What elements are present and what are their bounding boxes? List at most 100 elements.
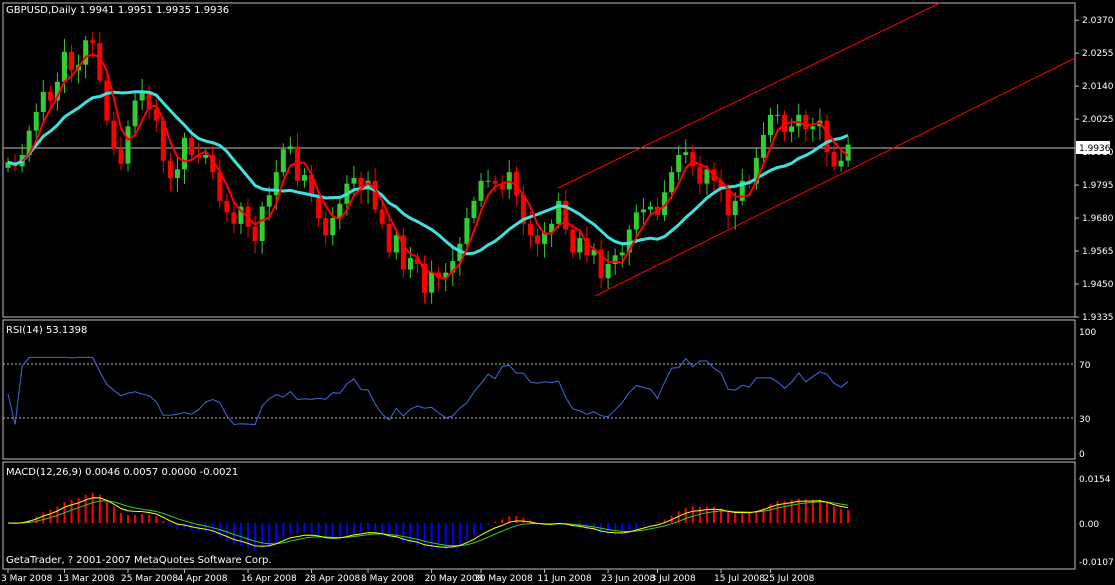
candle-body bbox=[252, 226, 258, 242]
candle-body bbox=[266, 195, 272, 207]
candle-body bbox=[174, 169, 180, 178]
candle-body bbox=[302, 175, 308, 181]
candle-body bbox=[845, 144, 851, 161]
candle-body bbox=[570, 229, 576, 253]
candle-body bbox=[203, 154, 209, 158]
rsi-header: RSI(14) 53.1398 bbox=[6, 325, 87, 336]
candle-body bbox=[789, 126, 795, 133]
date-tick-label: 13 Mar 2008 bbox=[57, 574, 114, 584]
price-tick-label: 1.9335 bbox=[1082, 313, 1114, 323]
candle-body bbox=[224, 200, 230, 213]
candle-body bbox=[393, 235, 399, 253]
chart-terminal[interactable]: GBPUSD,Daily 1.9941 1.9951 1.9935 1.9936… bbox=[0, 0, 1115, 585]
rsi-tick-70: 70 bbox=[1079, 361, 1091, 371]
candle-body bbox=[697, 166, 703, 184]
date-tick-label: 11 Jun 2008 bbox=[538, 574, 592, 584]
candle-body bbox=[704, 169, 710, 184]
candle-body bbox=[316, 195, 322, 219]
candle-body bbox=[803, 114, 809, 130]
candle-body bbox=[725, 189, 731, 216]
copyright-watermark: GetaTrader, ? 2001-2007 MetaQuotes Softw… bbox=[6, 555, 272, 566]
price-tick-label: 1.9565 bbox=[1082, 247, 1114, 257]
candle-body bbox=[386, 223, 392, 253]
candle-body bbox=[287, 146, 293, 150]
date-tick-label: 28 Apr 2008 bbox=[305, 574, 361, 584]
macd-tick-zero: 0.00 bbox=[1079, 520, 1099, 530]
candle-body bbox=[838, 160, 844, 167]
date-tick-label: 8 May 2008 bbox=[361, 574, 414, 584]
candle-body bbox=[831, 152, 837, 167]
rsi-tick-0: 0 bbox=[1079, 450, 1085, 460]
candle-body bbox=[379, 209, 385, 224]
macd-tick-top: 0.0154 bbox=[1079, 475, 1111, 485]
candle-body bbox=[471, 200, 477, 219]
candle-body bbox=[669, 172, 675, 193]
price-tick-label: 2.0025 bbox=[1082, 115, 1114, 125]
candle-body bbox=[478, 180, 484, 201]
candle-body bbox=[330, 218, 336, 236]
candle-body bbox=[182, 137, 187, 170]
candle-body bbox=[351, 177, 357, 184]
candle-body bbox=[535, 235, 540, 244]
candle-body bbox=[619, 252, 625, 256]
date-tick-label: 3 Mar 2008 bbox=[1, 574, 53, 584]
candle-body bbox=[47, 91, 53, 101]
candle-body bbox=[40, 91, 46, 112]
candle-body bbox=[824, 120, 830, 153]
candle-body bbox=[372, 180, 378, 210]
candle-body bbox=[676, 154, 682, 173]
candle-body bbox=[189, 137, 195, 155]
candle-body bbox=[527, 223, 533, 236]
candle-body bbox=[605, 263, 611, 279]
price-tick-label: 1.9795 bbox=[1082, 181, 1114, 191]
candle-body bbox=[407, 258, 413, 270]
candle-body bbox=[429, 272, 435, 293]
price-tick-label: 2.0370 bbox=[1082, 16, 1114, 26]
symbol-header: GBPUSD,Daily 1.9941 1.9951 1.9935 1.9936 bbox=[6, 5, 229, 16]
date-tick-label: 25 Mar 2008 bbox=[121, 574, 178, 584]
candle-body bbox=[118, 149, 124, 164]
macd-tick-bottom: -0.0107 bbox=[1079, 558, 1114, 568]
candle-body bbox=[633, 212, 639, 230]
candle-body bbox=[61, 51, 67, 82]
candle-body bbox=[323, 218, 329, 236]
candle-body bbox=[640, 209, 646, 213]
candle-body bbox=[111, 120, 117, 150]
candle-body bbox=[259, 206, 265, 242]
candle-body bbox=[33, 111, 39, 131]
date-tick-label: 25 Jul 2008 bbox=[763, 574, 814, 584]
candle-body bbox=[485, 180, 491, 182]
candle-body bbox=[732, 200, 738, 216]
candle-body bbox=[492, 180, 498, 184]
macd-header: MACD(12,26,9) 0.0046 0.0057 0.0000 -0.00… bbox=[6, 467, 238, 478]
price-tick-label: 1.9450 bbox=[1082, 280, 1114, 290]
candle-body bbox=[464, 218, 470, 244]
date-tick-label: 4 Apr 2008 bbox=[178, 574, 228, 584]
candle-body bbox=[775, 114, 781, 116]
candle-body bbox=[231, 212, 237, 224]
price-tick-label: 2.0140 bbox=[1082, 82, 1114, 92]
candle-body bbox=[69, 51, 75, 71]
candle-body bbox=[167, 160, 173, 178]
date-tick-label: 3 Jul 2008 bbox=[651, 574, 696, 584]
candle-body bbox=[104, 80, 110, 121]
candle-body bbox=[90, 40, 96, 44]
candle-body bbox=[683, 152, 689, 155]
rsi-tick-30: 30 bbox=[1079, 415, 1091, 425]
candle-body bbox=[132, 100, 138, 127]
current-price-label: 1.9936 bbox=[1079, 144, 1111, 154]
candle-body bbox=[760, 134, 766, 158]
rsi-tick-100: 100 bbox=[1079, 328, 1096, 338]
background bbox=[0, 0, 1115, 585]
date-tick-label: 16 Apr 2008 bbox=[241, 574, 297, 584]
candle-body bbox=[280, 149, 286, 173]
candle-body bbox=[810, 126, 816, 130]
candle-body bbox=[767, 114, 773, 135]
candle-body bbox=[577, 238, 583, 253]
date-tick-label: 15 Jul 2008 bbox=[714, 574, 765, 584]
price-tick-label: 1.9680 bbox=[1082, 214, 1114, 224]
candle-body bbox=[796, 114, 802, 127]
candle-body bbox=[125, 126, 131, 164]
candle-body bbox=[647, 206, 653, 210]
date-tick-label: 23 Jun 2008 bbox=[601, 574, 655, 584]
